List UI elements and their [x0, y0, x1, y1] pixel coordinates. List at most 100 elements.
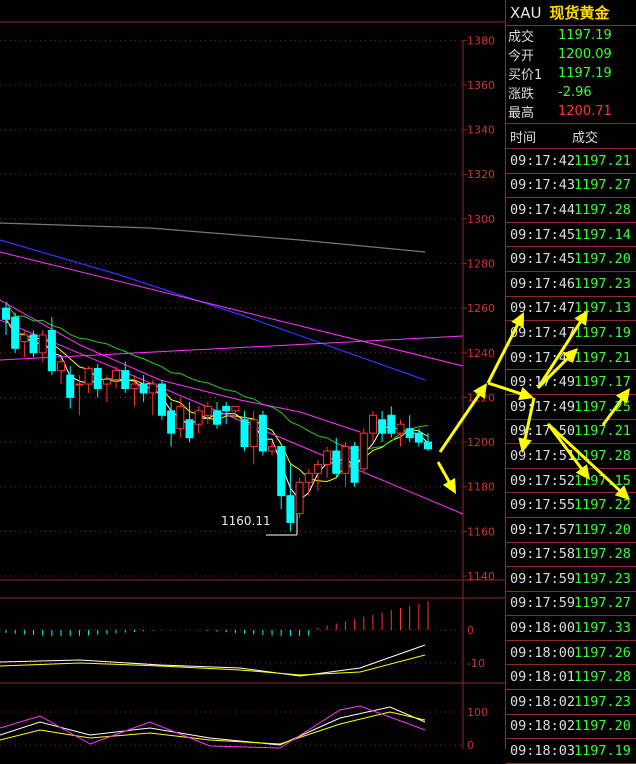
kdj-k-line [0, 706, 426, 746]
tick-time: 09:18:03 [510, 743, 576, 760]
candle-up [112, 370, 121, 381]
tick-price: 1197.20 [574, 521, 631, 538]
price-tick-label: 1340 [467, 124, 495, 137]
tick-row: 09:17:42 1197.21 [506, 149, 636, 174]
candle-up [75, 383, 84, 386]
candle-up [268, 446, 277, 452]
tick-row: 09:17:58 1197.28 [506, 543, 636, 568]
tick-row: 09:18:01 1197.28 [506, 665, 636, 691]
price-tick-label: 1280 [467, 258, 495, 271]
tick-time: 09:18:02 [510, 718, 576, 735]
quote-value: -2.96 [558, 85, 592, 100]
tick-time: 09:18:02 [510, 693, 576, 710]
tick-time: 09:17:43 [510, 177, 576, 194]
quote-row: 今开 1200.09 [506, 45, 636, 64]
candle-down [387, 414, 396, 434]
quote-row: 涨跌 -2.96 [506, 83, 636, 102]
tick-price: 1197.19 [574, 324, 631, 341]
candle-down [93, 367, 102, 390]
tick-price: 1197.25 [574, 398, 631, 415]
tick-row: 09:17:47 1197.13 [506, 297, 636, 322]
tick-row: 09:18:00 1197.33 [506, 616, 636, 641]
quote-row: 买价1 1197.19 [506, 64, 636, 83]
quote-label: 今开 [508, 49, 535, 64]
candle-up [295, 481, 304, 515]
tick-row: 09:17:44 1197.28 [506, 198, 636, 223]
candle-down [66, 374, 75, 398]
candle-up [396, 423, 405, 434]
tick-price: 1197.19 [574, 743, 631, 760]
kline-chart[interactable]: 1380136013401320130012801260124012201200… [0, 0, 630, 752]
candle-up [57, 361, 66, 372]
tick-price: 1197.28 [574, 201, 631, 218]
candle-down [258, 414, 267, 452]
tick-row: 09:17:52 1197.15 [506, 469, 636, 494]
candle-up [84, 367, 93, 385]
tick-time: 09:17:44 [510, 201, 576, 218]
tick-time: 09:17:49 [510, 398, 576, 415]
quote-label: 成交 [508, 30, 535, 45]
candle-up [176, 405, 185, 430]
candle-up [323, 450, 332, 465]
tick-time: 09:18:00 [510, 644, 576, 661]
candle-down [222, 405, 231, 412]
tick-row: 09:18:03 1197.19 [506, 739, 636, 764]
ticks-header-time: 时间 [510, 130, 537, 146]
tick-row: 09:17:57 1197.20 [506, 518, 636, 543]
candle-down [350, 446, 359, 483]
tick-row: 09:18:02 1197.20 [506, 715, 636, 740]
tick-time: 09:17:42 [510, 152, 576, 169]
price-tick-label: 1260 [467, 302, 495, 315]
candle-down [414, 432, 423, 443]
ma-blue-line [0, 239, 426, 381]
price-tick-label: 1180 [467, 481, 495, 494]
quote-row: 最高 1200.71 [506, 102, 636, 121]
tick-row: 09:17:47 1197.19 [506, 321, 636, 346]
tick-price: 1197.14 [574, 226, 631, 243]
tick-price: 1197.21 [574, 152, 631, 169]
tick-time: 09:17:45 [510, 226, 576, 243]
tick-time: 09:17:52 [510, 472, 576, 489]
candle-up [203, 405, 212, 416]
tick-row: 09:17:45 1197.20 [506, 247, 636, 272]
candle-up [313, 463, 322, 474]
tick-time: 09:18:00 [510, 620, 576, 637]
tick-price: 1197.21 [574, 423, 631, 440]
ticks-header-price: 成交 [572, 130, 599, 146]
price-tick-label: 1160 [467, 525, 495, 538]
tick-price: 1197.28 [574, 669, 631, 686]
kdj-tick-label: 0 [467, 739, 474, 752]
candle-down [405, 428, 414, 439]
tick-price: 1197.21 [574, 349, 631, 366]
candle-up [148, 383, 157, 394]
tick-price: 1197.23 [574, 570, 631, 587]
quote-panel: XAU 现货黄金 成交 1197.19 今开 1200.09 买价1 1197.19 涨跌 -… [505, 0, 636, 764]
candle-up [20, 334, 29, 343]
candle-up [102, 379, 111, 385]
tick-time: 09:17:55 [510, 497, 576, 514]
candle-down [29, 334, 38, 354]
tick-time: 09:17:51 [510, 447, 576, 464]
candle-down [378, 419, 387, 434]
tick-price: 1197.23 [574, 275, 631, 292]
candle-down [121, 370, 130, 390]
tick-row: 09:17:59 1197.27 [506, 592, 636, 617]
ma-gray-line [0, 222, 426, 253]
tick-time: 09:17:47 [510, 300, 576, 317]
quote-value: 1197.19 [558, 28, 612, 43]
macd-dea-line [0, 654, 426, 676]
macd-tick-label: -10 [467, 657, 485, 670]
macd-tick-label: 0 [467, 624, 474, 637]
kdj-j-line [0, 705, 426, 749]
candle-down [185, 419, 194, 439]
tick-time: 09:17:59 [510, 595, 576, 612]
tick-time: 09:17:58 [510, 546, 576, 563]
price-tick-label: 1320 [467, 168, 495, 181]
quote-block: 成交 1197.19 今开 1200.09 买价1 1197.19 涨跌 -2.96 最高 120… [506, 26, 636, 124]
ticks-header: 时间 成交 [506, 124, 636, 149]
tick-time: 09:17:46 [510, 275, 576, 292]
tick-row: 09:17:46 1197.23 [506, 272, 636, 297]
candle-down [47, 329, 56, 372]
price-tick-label: 1380 [467, 34, 495, 47]
candle-up [368, 414, 377, 434]
